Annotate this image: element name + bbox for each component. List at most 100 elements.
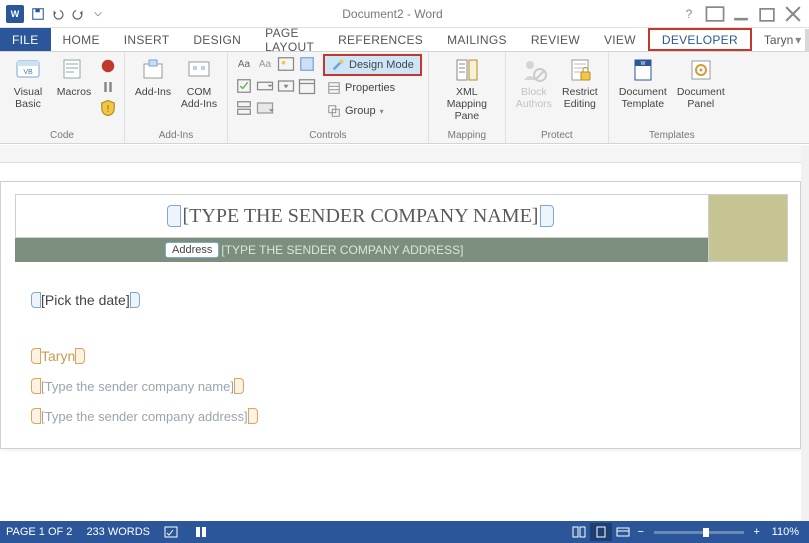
sender-name-content-control[interactable]: Taryn <box>31 348 85 364</box>
window-title: Document2 - Word <box>108 7 677 21</box>
date-picker-control-button[interactable] <box>297 76 317 96</box>
tab-file[interactable]: FILE <box>0 28 51 51</box>
sender-address-placeholder: [Type the sender company address] <box>41 409 248 424</box>
document-panel-button[interactable]: Document Panel <box>673 54 729 110</box>
group-mapping-label: Mapping <box>435 128 499 143</box>
close-button[interactable] <box>781 4 805 24</box>
restore-button[interactable] <box>755 4 779 24</box>
visual-basic-button[interactable]: VB Visual Basic <box>6 54 50 110</box>
cc-handle-right-icon <box>234 378 244 394</box>
web-layout-view-button[interactable] <box>612 523 634 541</box>
addins-button[interactable]: Add-Ins <box>131 54 175 98</box>
group-control-icon <box>327 104 341 118</box>
status-macro-button[interactable] <box>194 525 210 539</box>
user-avatar-icon <box>805 29 809 51</box>
pause-recording-button[interactable] <box>98 77 118 97</box>
com-addins-label: COM Add-Ins <box>181 86 217 110</box>
tab-insert[interactable]: INSERT <box>112 28 182 51</box>
block-authors-button[interactable]: Block Authors <box>512 54 556 110</box>
tab-home[interactable]: HOME <box>51 28 112 51</box>
xml-mapping-pane-button[interactable]: XML Mapping Pane <box>435 54 499 122</box>
group-control-button[interactable]: Group ▾ <box>323 100 422 122</box>
zoom-out-button[interactable]: − <box>634 526 648 538</box>
tab-developer[interactable]: DEVELOPER <box>648 28 752 51</box>
vertical-scrollbar[interactable] <box>801 146 809 521</box>
visual-basic-icon: VB <box>14 56 42 84</box>
cc-handle-right-icon <box>540 205 554 227</box>
horizontal-ruler[interactable] <box>0 145 809 163</box>
address-control-tag[interactable]: Address <box>165 242 219 258</box>
user-name-label: Taryn <box>764 33 793 47</box>
zoom-level[interactable]: 110% <box>772 526 799 538</box>
group-code-label: Code <box>6 128 118 143</box>
minimize-button[interactable] <box>729 4 753 24</box>
properties-button[interactable]: Properties <box>323 77 422 99</box>
sender-name-value: Taryn <box>41 348 75 364</box>
qat-undo-button[interactable] <box>48 4 68 24</box>
picture-control-button[interactable] <box>276 54 296 74</box>
document-template-button[interactable]: W Document Template <box>615 54 671 110</box>
properties-label: Properties <box>345 82 395 94</box>
sender-company-placeholder: [Type the sender company name] <box>41 379 234 394</box>
block-authors-label: Block Authors <box>516 86 552 110</box>
cc-handle-left-icon <box>31 378 41 394</box>
combobox-control-button[interactable] <box>255 76 275 96</box>
checkbox-control-button[interactable] <box>234 76 254 96</box>
restrict-editing-button[interactable]: Restrict Editing <box>558 54 602 110</box>
document-panel-label: Document Panel <box>677 86 725 110</box>
design-mode-icon <box>331 58 345 72</box>
addins-label: Add-Ins <box>135 86 171 98</box>
cc-handle-right-icon <box>75 348 85 364</box>
cc-handle-right-icon <box>248 408 258 424</box>
tab-references[interactable]: REFERENCES <box>326 28 435 51</box>
tab-design[interactable]: DESIGN <box>181 28 253 51</box>
sender-address-content-control[interactable]: [Type the sender company address] <box>31 408 258 424</box>
cc-handle-left-icon <box>31 292 41 308</box>
com-addins-button[interactable]: COM Add-Ins <box>177 54 221 110</box>
letterhead-color-swatch <box>708 194 788 262</box>
svg-text:!: ! <box>107 104 110 115</box>
tab-view[interactable]: VIEW <box>592 28 648 51</box>
read-mode-view-button[interactable] <box>568 523 590 541</box>
building-block-control-button[interactable] <box>297 54 317 74</box>
status-page[interactable]: PAGE 1 OF 2 <box>6 526 72 538</box>
legacy-tools-button[interactable] <box>255 98 275 118</box>
document-template-icon: W <box>629 56 657 84</box>
zoom-slider[interactable] <box>654 531 744 534</box>
restrict-editing-icon <box>566 56 594 84</box>
repeating-section-control-button[interactable] <box>234 98 254 118</box>
print-layout-view-button[interactable] <box>590 523 612 541</box>
block-authors-icon <box>520 56 548 84</box>
user-account[interactable]: Taryn ▾ <box>752 28 809 51</box>
date-picker-content-control[interactable]: [Pick the date] <box>31 292 140 308</box>
macro-security-button[interactable]: ! <box>98 98 118 118</box>
document-panel-icon <box>687 56 715 84</box>
help-button[interactable]: ? <box>677 4 701 24</box>
document-page[interactable]: [TYPE THE SENDER COMPANY NAME] Address [… <box>0 181 801 449</box>
dropdown-control-button[interactable] <box>276 76 296 96</box>
address-placeholder[interactable]: [TYPE THE SENDER COMPANY ADDRESS] <box>221 243 463 257</box>
tab-review[interactable]: REVIEW <box>519 28 592 51</box>
macros-button[interactable]: Macros <box>52 54 96 98</box>
date-placeholder: [Pick the date] <box>41 292 130 308</box>
company-name-content-control[interactable]: [TYPE THE SENDER COMPANY NAME] <box>167 205 555 228</box>
tab-page-layout[interactable]: PAGE LAYOUT <box>253 28 326 51</box>
design-mode-button[interactable]: Design Mode <box>323 54 422 76</box>
tab-mailings[interactable]: MAILINGS <box>435 28 519 51</box>
qat-customize-button[interactable] <box>88 4 108 24</box>
properties-icon <box>327 81 341 95</box>
status-word-count[interactable]: 233 WORDS <box>86 526 150 538</box>
status-spellcheck-button[interactable] <box>164 525 180 539</box>
svg-text:VB: VB <box>23 69 33 76</box>
rich-text-control-button[interactable]: Aa <box>234 54 254 74</box>
restrict-editing-label: Restrict Editing <box>562 86 598 110</box>
record-macro-button[interactable] <box>98 56 118 76</box>
group-control-label: Group <box>345 105 376 117</box>
plain-text-control-button[interactable]: Aa <box>255 54 275 74</box>
ribbon-display-button[interactable] <box>703 4 727 24</box>
group-controls-label: Controls <box>234 128 422 143</box>
qat-save-button[interactable] <box>28 4 48 24</box>
sender-company-content-control[interactable]: [Type the sender company name] <box>31 378 244 394</box>
zoom-in-button[interactable]: + <box>750 526 764 538</box>
qat-redo-button[interactable] <box>68 4 88 24</box>
